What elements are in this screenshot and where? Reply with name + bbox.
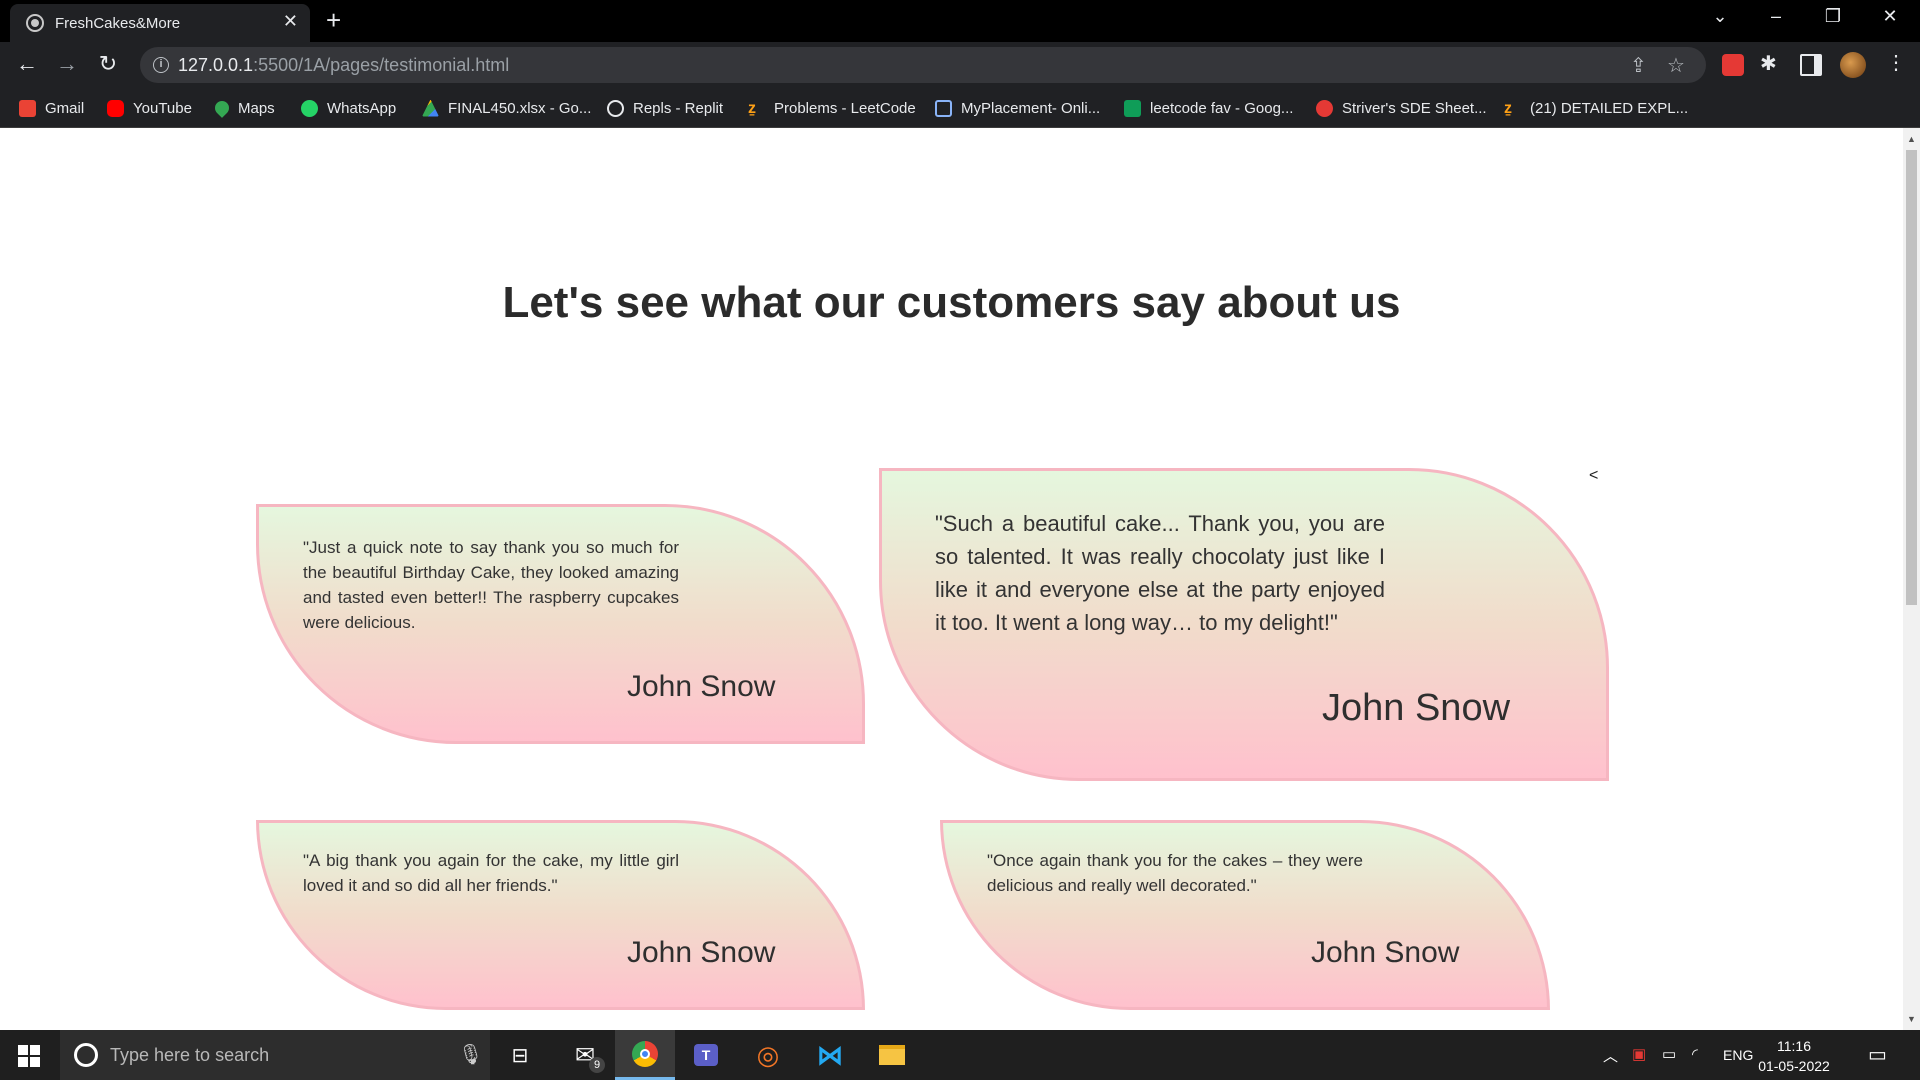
cortana-icon <box>74 1043 98 1067</box>
page-scrollbar[interactable]: ▲ ▼ <box>1903 128 1920 1030</box>
bookmark-leetcode-fav[interactable]: leetcode fav - Goog... <box>1124 97 1293 119</box>
site-info-icon[interactable]: i <box>153 57 169 73</box>
jupyter-app-icon[interactable]: ◎ <box>738 1030 798 1080</box>
gmail-icon <box>19 99 36 117</box>
testimonial-author: John Snow <box>627 670 776 703</box>
close-window-button[interactable]: ✕ <box>1870 6 1910 27</box>
url-text[interactable]: 127.0.0.1:5500/1A/pages/testimonial.html <box>178 55 509 76</box>
scroll-up-arrow[interactable]: ▲ <box>1907 134 1916 144</box>
taskbar-search-box[interactable]: Type here to search 🎙 <box>60 1030 490 1080</box>
page-heading: Let's see what our customers say about u… <box>502 278 1401 327</box>
testimonial-card: "Once again thank you for the cakes – th… <box>940 820 1550 1010</box>
wifi-icon[interactable]: ◜ <box>1692 1045 1698 1063</box>
testimonial-quote: "A big thank you again for the cake, my … <box>303 851 679 895</box>
menu-kebab-icon[interactable]: ⋮ <box>1886 50 1906 75</box>
show-hidden-icons[interactable]: ︿ <box>1603 1045 1618 1066</box>
bookmark-leetcode-problems[interactable]: ẕ Problems - LeetCode <box>748 97 916 119</box>
external-link-icon <box>935 99 952 117</box>
bookmarks-bar: Gmail YouTube Maps WhatsApp FINAL450.xls… <box>0 88 1920 128</box>
scroll-thumb[interactable] <box>1906 150 1917 605</box>
back-button[interactable]: ← <box>12 51 42 77</box>
bookmark-final450[interactable]: FINAL450.xlsx - Go... <box>422 97 591 119</box>
notification-center-icon[interactable]: ▭ <box>1868 1042 1887 1067</box>
youtube-icon <box>107 99 124 117</box>
drive-icon <box>422 99 439 117</box>
clock-date: 01-05-2022 <box>1758 1058 1830 1074</box>
sheets-icon <box>1124 99 1141 117</box>
task-view-icon[interactable]: ⊟ <box>490 1030 550 1080</box>
bookmark-gmail[interactable]: Gmail <box>19 97 84 119</box>
forward-button[interactable]: → <box>52 51 82 77</box>
reload-button[interactable]: ↻ <box>93 51 123 77</box>
globe-icon <box>26 14 44 32</box>
bookmark-whatsapp[interactable]: WhatsApp <box>301 97 396 119</box>
share-icon[interactable]: ⇪ <box>1630 53 1647 78</box>
page-viewport: Let's see what our customers say about u… <box>0 128 1903 1030</box>
bookmark-maps[interactable]: Maps <box>212 97 275 119</box>
file-explorer-icon[interactable] <box>862 1030 922 1080</box>
teams-app-icon[interactable]: T <box>676 1030 736 1080</box>
pocket-extension-icon[interactable] <box>1722 54 1744 76</box>
testimonial-author: John Snow <box>1311 936 1460 969</box>
mail-badge: 9 <box>589 1057 605 1073</box>
bookmark-detailed-expl[interactable]: ẕ (21) DETAILED EXPL... <box>1504 97 1688 119</box>
testimonial-quote: "Once again thank you for the cakes – th… <box>987 851 1363 895</box>
language-indicator[interactable]: ENG <box>1723 1047 1753 1063</box>
bookmark-star-icon[interactable]: ☆ <box>1667 53 1685 78</box>
bookmark-striver-sde[interactable]: Striver's SDE Sheet... <box>1316 97 1487 119</box>
testimonial-author: John Snow <box>1322 687 1511 729</box>
profile-avatar[interactable] <box>1840 52 1866 78</box>
bookmark-replit[interactable]: Repls - Replit <box>607 97 723 119</box>
address-bar[interactable]: i 127.0.0.1:5500/1A/pages/testimonial.ht… <box>140 47 1706 83</box>
testimonial-author: John Snow <box>627 936 776 969</box>
replit-icon <box>607 99 624 117</box>
microphone-icon[interactable]: 🎙 <box>458 1042 483 1067</box>
mail-app-icon[interactable]: ✉ 9 <box>555 1030 615 1080</box>
browser-tab[interactable]: FreshCakes&More ✕ <box>10 4 310 42</box>
search-placeholder: Type here to search <box>110 1045 270 1065</box>
new-tab-button[interactable]: + <box>326 5 341 36</box>
clock-time: 11:16 <box>1777 1038 1811 1054</box>
testimonial-card: "Just a quick note to say thank you so m… <box>256 504 865 744</box>
tab-bar: FreshCakes&More ✕ + ⌄ – ❐ ✕ <box>0 0 1920 42</box>
tuf-icon <box>1316 99 1333 117</box>
testimonial-card-featured: "Such a beautiful cake... Thank you, you… <box>879 468 1609 781</box>
close-tab-icon[interactable]: ✕ <box>283 11 298 32</box>
leetcode-icon: ẕ <box>1504 99 1512 117</box>
scroll-down-arrow[interactable]: ▼ <box>1907 1014 1916 1024</box>
bookmark-myplacement[interactable]: MyPlacement- Onli... <box>935 97 1100 119</box>
whatsapp-icon <box>301 99 318 117</box>
testimonial-card: "A big thank you again for the cake, my … <box>256 820 865 1010</box>
chrome-app-icon[interactable] <box>615 1030 675 1080</box>
tab-title: FreshCakes&More <box>55 15 181 32</box>
restore-button[interactable]: ❐ <box>1813 6 1853 27</box>
leetcode-icon: ẕ <box>748 99 756 117</box>
testimonial-quote: "Such a beautiful cake... Thank you, you… <box>935 511 1385 635</box>
carousel-prev-arrow[interactable]: < <box>1589 467 1598 485</box>
browser-toolbar: ← → ↻ i 127.0.0.1:5500/1A/pages/testimon… <box>0 42 1920 88</box>
windows-taskbar: Type here to search 🎙 ⊟ ✉ 9 T ◎ ⋈ ︿ ▣ ▭ … <box>0 1030 1920 1080</box>
vscode-app-icon[interactable]: ⋈ <box>800 1030 860 1080</box>
security-tray-icon[interactable]: ▣ <box>1632 1045 1646 1063</box>
side-panel-icon[interactable] <box>1800 54 1822 76</box>
bookmark-youtube[interactable]: YouTube <box>107 97 192 119</box>
extensions-puzzle-icon[interactable]: ✱ <box>1760 51 1777 76</box>
tab-search-icon[interactable]: ⌄ <box>1700 6 1740 27</box>
minimize-button[interactable]: – <box>1756 6 1796 27</box>
windows-start-icon[interactable] <box>18 1045 40 1067</box>
maps-icon <box>212 98 232 118</box>
battery-icon[interactable]: ▭ <box>1662 1045 1676 1063</box>
testimonial-quote: "Just a quick note to say thank you so m… <box>303 538 679 632</box>
taskbar-clock[interactable]: 11:16 01-05-2022 <box>1754 1036 1834 1076</box>
